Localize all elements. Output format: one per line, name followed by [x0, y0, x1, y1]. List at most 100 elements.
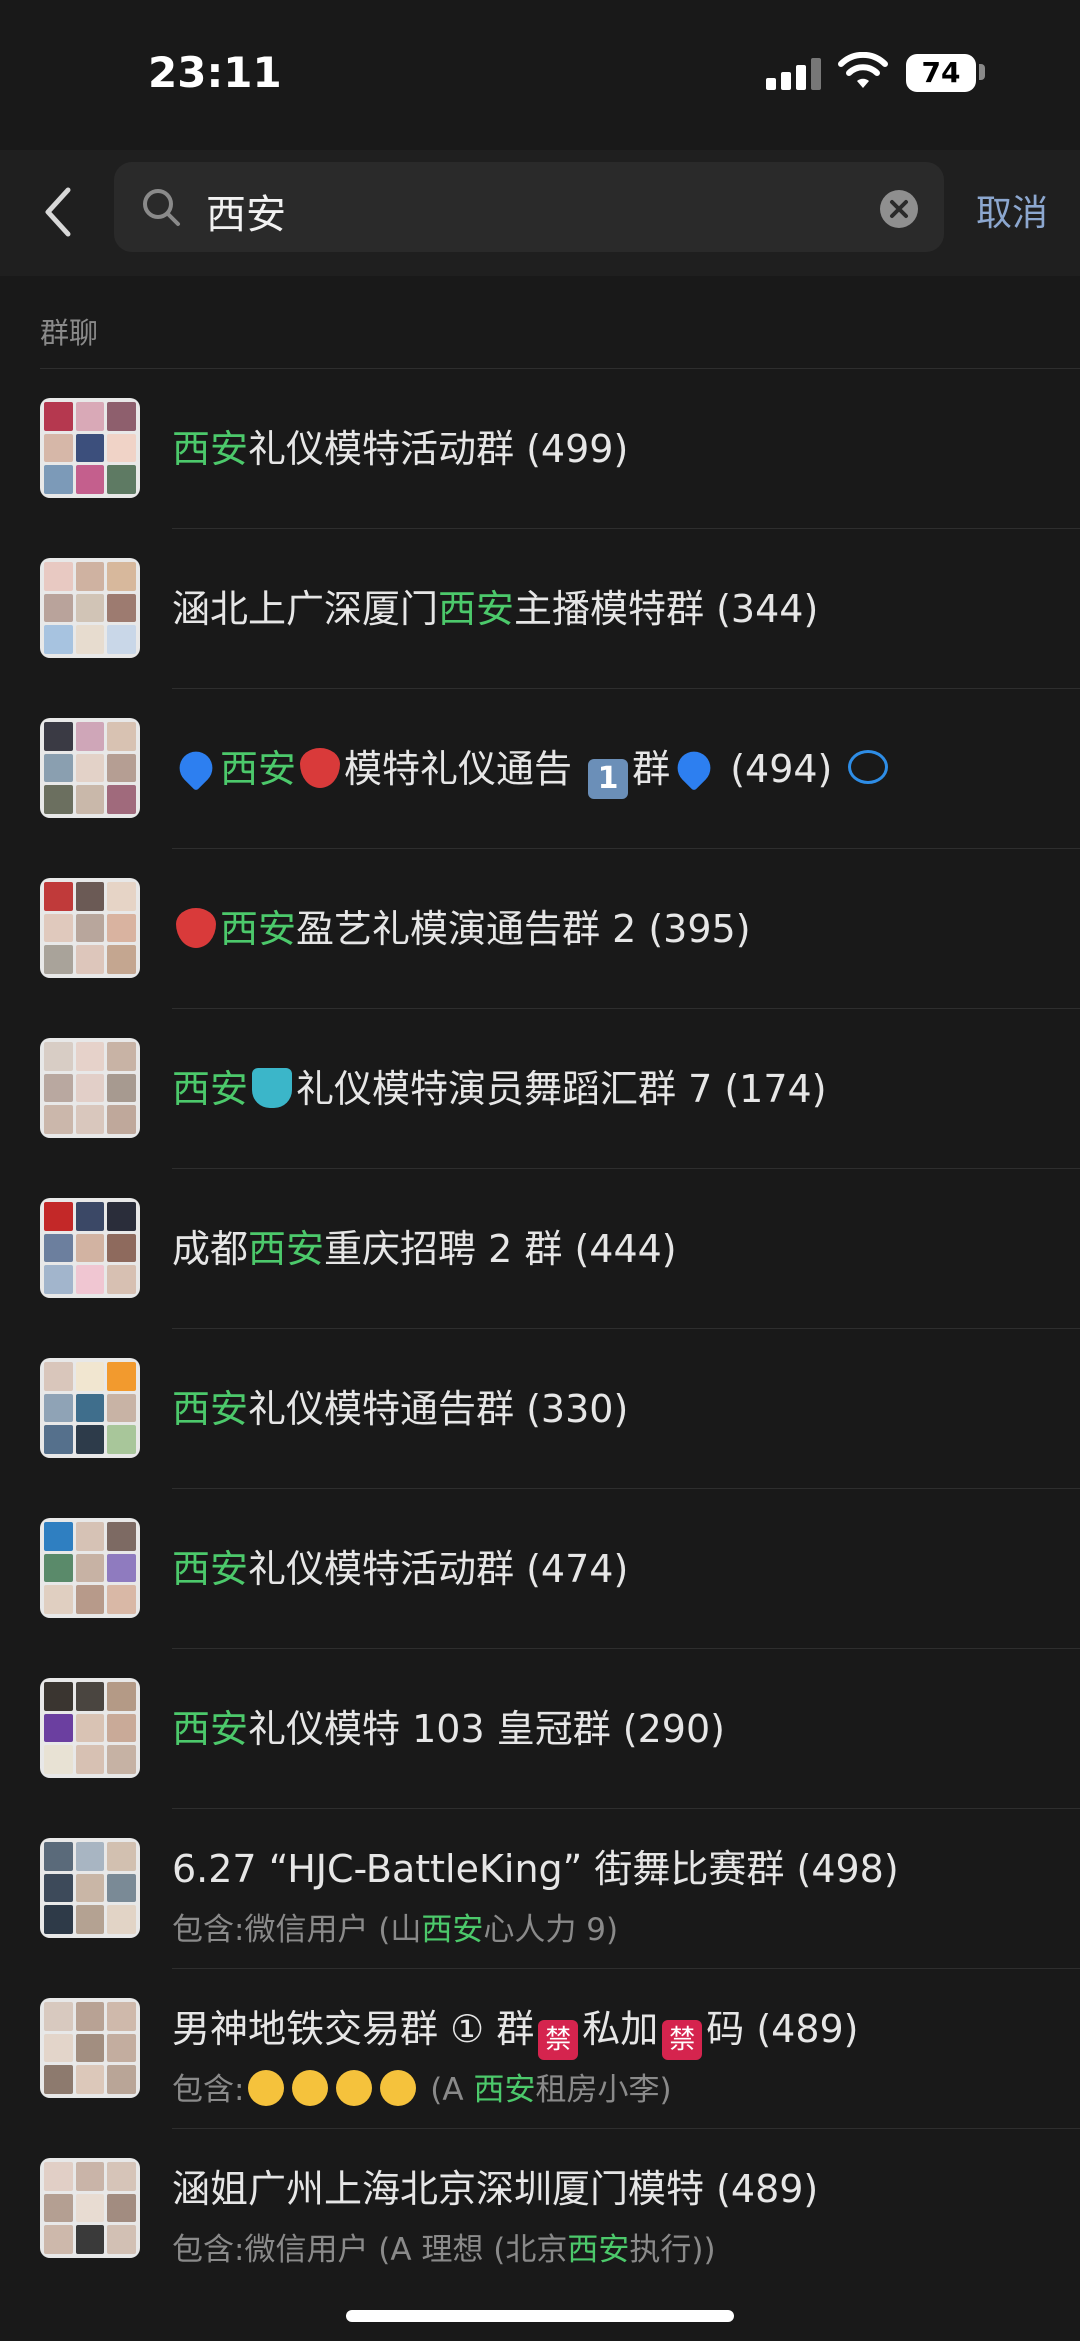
group-avatar [40, 2158, 140, 2258]
group-name: 成都西安重庆招聘 2 群 (444) [172, 1218, 677, 1273]
group-name: 涵北上广深厦门西安主播模特群 (344) [172, 578, 818, 633]
member-thumbnail [44, 945, 73, 974]
keyword-highlight: 西安 [220, 907, 297, 951]
member-thumbnail [44, 625, 73, 654]
member-thumbnail [107, 722, 136, 751]
group-chat-result[interactable]: 涵北上广深厦门西安主播模特群 (344) [0, 528, 1080, 688]
group-chat-result[interactable]: 西安 礼仪模特演员舞蹈汇群 7 (174) [0, 1008, 1080, 1168]
battery-icon: 74 [906, 54, 976, 92]
results-list: 西安礼仪模特活动群 (499) 涵北上广深厦门西安主播模特群 (344) 西安 模特礼… [0, 368, 1080, 2288]
group-chat-result[interactable]: 西安礼仪模特活动群 (499) [0, 368, 1080, 528]
member-thumbnail [44, 1073, 73, 1103]
member-thumbnail [44, 913, 73, 943]
member-thumbnail [107, 882, 136, 911]
member-thumbnail [107, 1553, 136, 1583]
keyword-highlight: 西安 [421, 1912, 484, 1948]
text-segment: 礼仪模特活动群 (474) [248, 1547, 629, 1591]
member-thumbnail [107, 1265, 136, 1294]
member-thumbnail [44, 1393, 73, 1423]
member-thumbnail [75, 433, 105, 463]
group-avatar [40, 398, 140, 498]
member-thumbnail [75, 785, 105, 814]
group-chat-result[interactable]: 涵姐广州上海北京深圳厦门模特 (489) 包含:微信用户 (A 理想 (北京西安执… [0, 2128, 1080, 2288]
group-chat-result[interactable]: 西安礼仪模特 103 皇冠群 (290) [0, 1648, 1080, 1808]
group-chat-result[interactable]: 西安礼仪模特活动群 (474) [0, 1488, 1080, 1648]
cellular-signal-icon [766, 56, 822, 90]
prohibited-emoji: 禁 [538, 2020, 579, 2060]
member-thumbnail [75, 1553, 105, 1583]
member-thumbnail [107, 593, 136, 623]
keyword-highlight: 西安 [172, 1387, 249, 1431]
group-name: 西安礼仪模特通告群 (330) [172, 1378, 628, 1433]
member-thumbnail [75, 882, 105, 911]
member-thumbnail [107, 1105, 136, 1134]
member-thumbnail [44, 722, 73, 751]
member-thumbnail [44, 785, 73, 814]
group-chat-result[interactable]: 西安盈艺礼模演通告群 2 (395) [0, 848, 1080, 1008]
search-query[interactable]: 西安 [206, 182, 286, 240]
strawberry-emoji [300, 748, 341, 788]
member-thumbnail [44, 1105, 73, 1134]
group-chat-result[interactable]: 成都西安重庆招聘 2 群 (444) [0, 1168, 1080, 1328]
group-chat-result[interactable]: 男神地铁交易群 ① 群禁私加禁码 (489) 包含: (A 西安租房小李) [0, 1968, 1080, 2128]
member-thumbnail [75, 625, 105, 654]
member-thumbnail [44, 2225, 73, 2254]
back-chevron-icon[interactable] [38, 184, 78, 240]
group-name: 西安 礼仪模特演员舞蹈汇群 7 (174) [172, 1058, 827, 1113]
member-thumbnail [44, 2033, 73, 2063]
member-thumbnail [107, 1393, 136, 1423]
heart-eyes-emoji [380, 2070, 417, 2106]
member-thumbnail [75, 593, 105, 623]
group-name: 6.27 “HJC-BattleKing” 街舞比赛群 (498) [172, 1838, 899, 1893]
group-avatar [40, 1678, 140, 1778]
member-thumbnail [44, 1522, 73, 1551]
member-thumbnail [44, 882, 73, 911]
battery-tip [979, 64, 985, 80]
member-thumbnail [44, 1745, 73, 1774]
member-thumbnail [75, 1105, 105, 1134]
member-thumbnail [75, 2162, 105, 2191]
cancel-button[interactable]: 取消 [976, 184, 1048, 236]
member-thumbnail [75, 1682, 105, 1711]
member-thumbnail [44, 1905, 73, 1934]
clear-icon[interactable] [880, 190, 918, 228]
text-segment: 私加 [582, 2007, 659, 2051]
text-segment: 礼仪模特通告群 (330) [248, 1387, 629, 1431]
member-thumbnail [75, 1042, 105, 1071]
group-chat-result[interactable]: 6.27 “HJC-BattleKing” 街舞比赛群 (498) 包含:微信用户… [0, 1808, 1080, 1968]
group-chat-result[interactable]: 西安 模特礼仪通告 1群 (494) [0, 688, 1080, 848]
text-segment: 执行)) [629, 2232, 716, 2268]
group-name: 西安盈艺礼模演通告群 2 (395) [172, 898, 751, 953]
member-thumbnail [107, 465, 136, 494]
member-thumbnail [44, 1682, 73, 1711]
section-header-group-chats: 群聊 [40, 316, 99, 350]
group-avatar [40, 558, 140, 658]
group-chat-result[interactable]: 西安礼仪模特通告群 (330) [0, 1328, 1080, 1488]
status-time: 23:11 [148, 48, 282, 97]
member-thumbnail [107, 1202, 136, 1231]
group-name: 涵姐广州上海北京深圳厦门模特 (489) [172, 2158, 818, 2213]
wifi-icon [838, 52, 888, 88]
member-thumbnail [75, 1425, 105, 1454]
member-thumbnail [44, 593, 73, 623]
member-thumbnail [44, 1202, 73, 1231]
group-name: 西安 模特礼仪通告 1群 (494) [172, 738, 892, 799]
text-segment: 群 [632, 747, 671, 791]
member-thumbnail [107, 1233, 136, 1263]
member-thumbnail [107, 1682, 136, 1711]
group-avatar [40, 1838, 140, 1938]
search-input[interactable]: 西安 [114, 162, 944, 252]
keyword-highlight: 西安 [438, 587, 515, 631]
member-thumbnail [75, 913, 105, 943]
heart-eyes-emoji [336, 2070, 373, 2106]
search-bar: 西安 取消 [0, 150, 1080, 276]
member-thumbnail [107, 1522, 136, 1551]
member-thumbnail [44, 753, 73, 783]
member-thumbnail [107, 402, 136, 431]
group-avatar [40, 1518, 140, 1618]
text-segment: 包含:微信用户 (A 理想 (北京 [172, 2232, 568, 2268]
member-thumbnail [107, 1425, 136, 1454]
group-avatar [40, 1358, 140, 1458]
group-name: 西安礼仪模特活动群 (474) [172, 1538, 628, 1593]
text-segment: (494) [718, 747, 845, 791]
